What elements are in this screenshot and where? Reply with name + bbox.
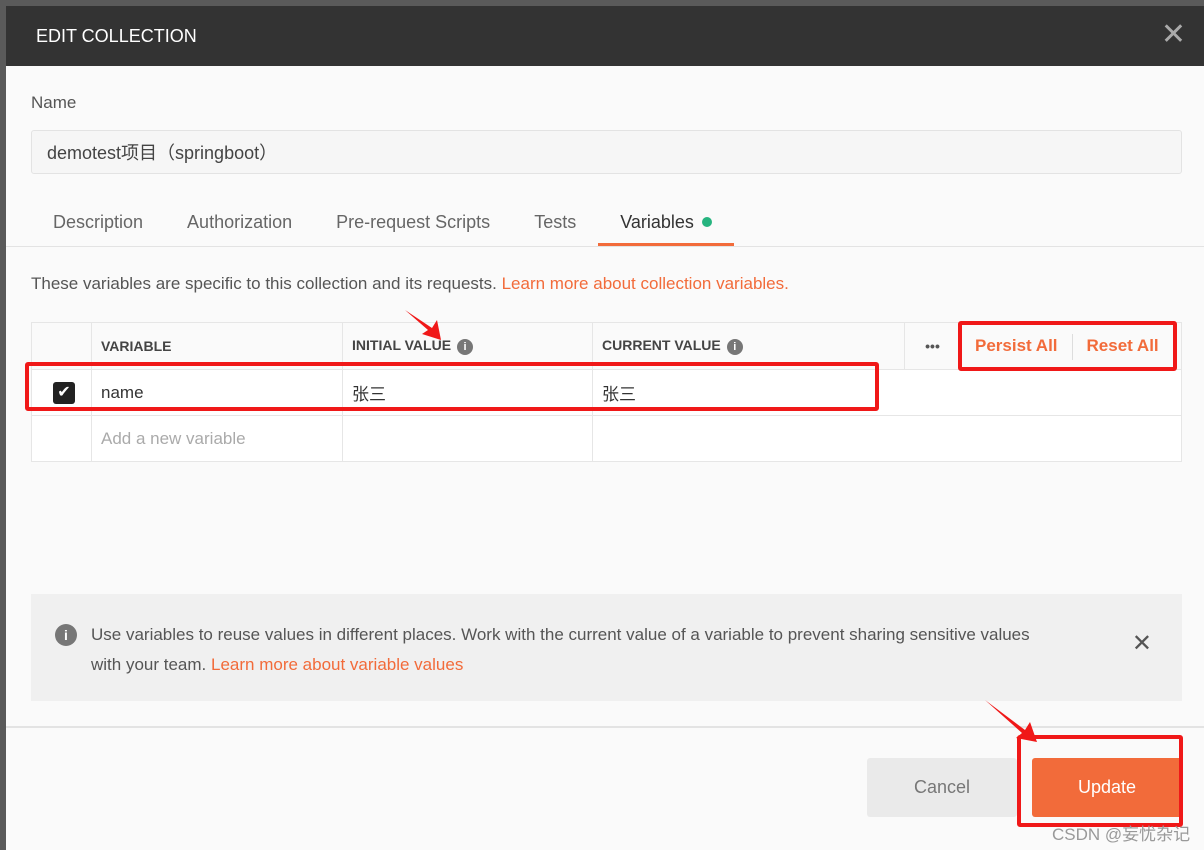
arrow-icon	[405, 310, 441, 340]
watermark: CSDN @妄忧杂记	[1052, 825, 1191, 844]
annotation-arrows	[405, 310, 1037, 742]
arrow-icon	[985, 700, 1037, 742]
